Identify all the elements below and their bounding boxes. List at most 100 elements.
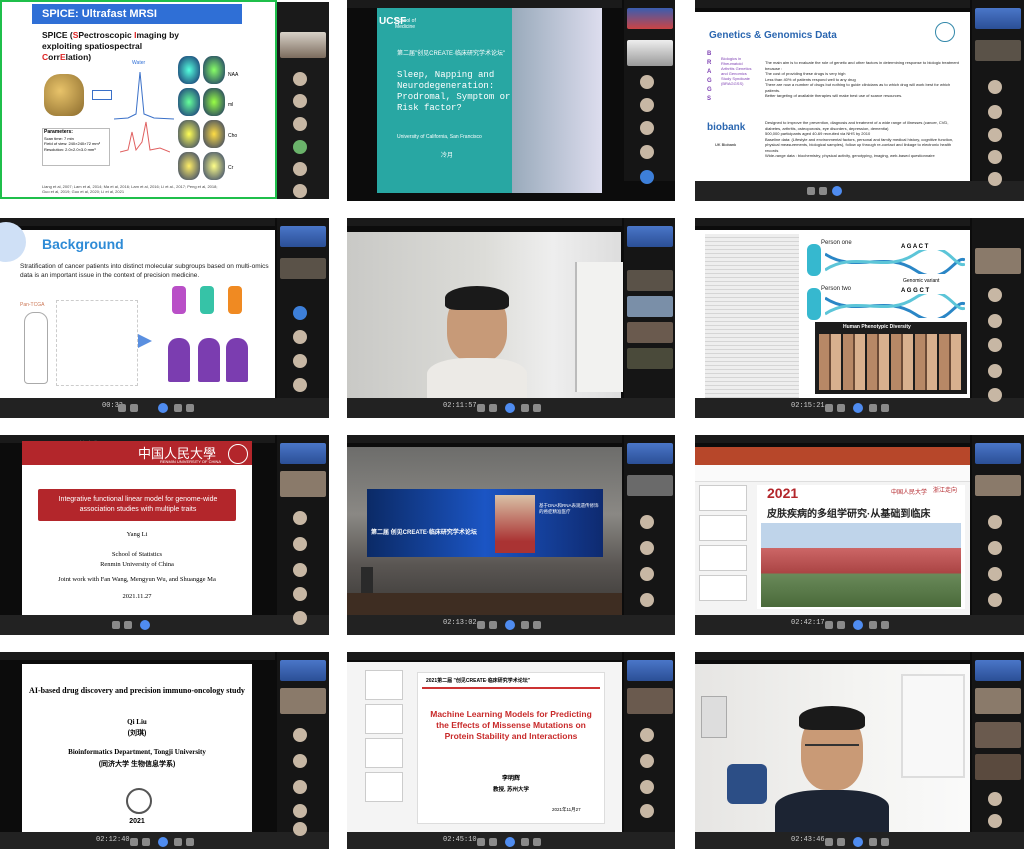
speaker-body xyxy=(427,358,527,398)
bragg-text: Biologics in Rheumatoid Arthritis Geneti… xyxy=(721,56,752,86)
wall-art xyxy=(701,696,727,738)
playback-controls[interactable] xyxy=(0,615,329,635)
timestamp: 02:13:02 xyxy=(443,619,477,627)
playback-controls[interactable]: 00:33 xyxy=(0,398,329,418)
slide-title: Genetics & Genomics Data xyxy=(709,30,837,41)
department: School of Statistics xyxy=(111,551,163,558)
book-image xyxy=(705,234,799,398)
label-cho: Cho xyxy=(228,133,238,139)
video-tile-7[interactable]: IntroductionMethodologySimulationTCG dat… xyxy=(0,435,329,635)
playback-controls[interactable]: 02:11:57 xyxy=(347,398,675,418)
slide-title: 皮肤疾病的多组学研究·从基础到临床 xyxy=(767,509,931,520)
person-one-label: Person one xyxy=(821,240,852,246)
video-tile-12[interactable]: 02:43:46 xyxy=(695,652,1024,849)
playback-controls[interactable]: 02:45:10 xyxy=(347,832,675,849)
bullets-1: The main aim is to evaluate the role of … xyxy=(765,60,959,98)
head-coil-image xyxy=(44,74,84,116)
speaker-video xyxy=(695,664,970,832)
refs: Liang et al, 2007; Lam et al, 2014; Ma e… xyxy=(42,184,218,194)
playback-controls[interactable]: 02:43:46 xyxy=(695,832,1024,849)
university-crest xyxy=(935,22,955,42)
participant-strip xyxy=(972,652,1024,832)
bullets-2: Designed to improve the prevention, diag… xyxy=(765,120,954,158)
participant-strip xyxy=(277,652,329,836)
bottle-3 xyxy=(228,286,242,314)
video-tile-9[interactable]: 2021 中国人民大学 浙江走向 皮肤疾病的多组学研究·从基础到临床 02:42… xyxy=(695,435,1024,635)
conference-hall: 第二届 创见CREATE·临床研究学术论坛 基于DNA和RNA表观遗传修饰的癌症… xyxy=(347,447,622,615)
playback-controls[interactable] xyxy=(695,181,1024,201)
stage-screen xyxy=(367,489,603,557)
affiliation: 教授, 苏州大学 xyxy=(492,787,530,793)
bragg-logo: BRAGGS xyxy=(707,51,712,102)
diversity-title: Human Phenotypic Diversity xyxy=(843,324,911,330)
video-tile-11[interactable]: 2021第二届 "创见CREATE·临床研究学术论坛" Machine Lear… xyxy=(347,652,675,849)
shelf xyxy=(575,262,623,392)
figure-2 xyxy=(198,338,220,382)
arrow-icon xyxy=(138,334,152,348)
ppt-thumbs xyxy=(365,670,403,830)
video-tile-5[interactable]: 02:11:57 xyxy=(347,218,675,418)
dna-helix-2 xyxy=(825,294,965,318)
slide-subtitle: SPICE (SPectroscopic Imaging by exploiti… xyxy=(42,30,180,62)
title-bar xyxy=(695,435,970,443)
blue-chair xyxy=(727,764,767,804)
slide-4: Background Stratification of cancer pati… xyxy=(0,222,275,398)
video-tile-8[interactable]: 第二届 创见CREATE·临床研究学术论坛 基于DNA和RNA表观遗传修饰的癌症… xyxy=(347,435,675,635)
metabolite-maps xyxy=(178,56,228,180)
playback-controls[interactable]: 02:42:17 xyxy=(695,615,1024,635)
speaker-video xyxy=(347,232,623,398)
participant-strip xyxy=(624,0,675,184)
participant-strip xyxy=(277,2,329,199)
video-tile-1[interactable]: SPICE: Ultrafast MRSI SPICE (SPectroscop… xyxy=(0,0,329,201)
speaker-hair xyxy=(799,706,865,730)
timestamp: 02:15:21 xyxy=(791,402,825,410)
speaker-glasses xyxy=(805,744,859,756)
phenotype-panel: Human Phenotypic Diversity xyxy=(815,322,967,394)
slide-7: 中国人民大學 RENMIN UNIVERSITY OF CHINA Integr… xyxy=(22,441,252,617)
forum-title: 第二届 创见CREATE·临床研究学术论坛 xyxy=(371,530,477,536)
title-bar xyxy=(695,652,970,660)
ucsf-logo: UCSF xyxy=(379,16,407,27)
slide-10: AI-based drug discovery and precision im… xyxy=(22,664,252,832)
ppt-slide: 2021第二届 "创见CREATE·临床研究学术论坛" Machine Lear… xyxy=(417,672,605,824)
arrow-icon xyxy=(92,90,112,100)
ukb-label: UK Biobank xyxy=(715,142,737,147)
slide-title: Background xyxy=(42,236,124,252)
video-tile-3[interactable]: Genetics & Genomics Data BRAGGS Biologic… xyxy=(695,0,1024,201)
params-box: Parameters: Scan time: 7 min Field of vi… xyxy=(42,128,110,166)
year: 2021 xyxy=(129,818,145,825)
university: Renmin University of China xyxy=(100,561,174,568)
figure-3 xyxy=(226,338,248,382)
playback-controls[interactable]: 02:15:21 xyxy=(695,398,1024,418)
video-tile-6[interactable]: Person one Person two A G A C T A G G C … xyxy=(695,218,1024,418)
metabolite-spectrum xyxy=(120,121,170,153)
date: 2021年11月27 xyxy=(552,807,581,812)
campus-photo xyxy=(761,523,961,607)
speaker-name-cn: (刘琪) xyxy=(127,730,147,737)
participant-strip xyxy=(277,435,329,625)
tongji-seal xyxy=(126,788,152,814)
video-tile-4[interactable]: Background Stratification of cancer pati… xyxy=(0,218,329,418)
date: 2021.11.27 xyxy=(122,593,152,600)
video-tile-10[interactable]: AI-based drug discovery and precision im… xyxy=(0,652,329,849)
department: Bioinformatics Department, Tongji Univer… xyxy=(68,748,206,756)
talk-title: AI-based drug discovery and precision im… xyxy=(29,686,245,695)
timestamp: 02:12:40 xyxy=(96,836,130,844)
speaker-name: Qi Liu xyxy=(127,718,147,726)
ppt-slide: 2021 中国人民大学 浙江走向 皮肤疾病的多组学研究·从基础到临床 xyxy=(757,485,965,609)
omics-icons xyxy=(56,300,138,386)
bottle-2 xyxy=(200,286,214,314)
playback-controls[interactable]: 02:13:02 xyxy=(347,615,675,635)
body-figure xyxy=(24,312,48,384)
slide-body: Stratification of cancer patients into d… xyxy=(20,263,269,279)
person-two-icon xyxy=(807,288,821,320)
participant-strip xyxy=(972,435,1024,615)
slide-6: Person one Person two A G A C T A G G C … xyxy=(695,230,970,398)
video-tile-2[interactable]: School of Medicine UCSF 第二届"创见CREATE·临床研… xyxy=(347,0,675,201)
slide-title-text: SPICE: Ultrafast MRSI xyxy=(42,8,157,20)
ppt-window: 2021 中国人民大学 浙江走向 皮肤疾病的多组学研究·从基础到临床 xyxy=(695,447,970,615)
title-bar xyxy=(695,0,970,8)
figure-1 xyxy=(168,338,190,382)
talk-title: Machine Learning Models for Predicting t… xyxy=(430,709,592,741)
playback-controls[interactable]: 02:12:40 xyxy=(0,832,329,849)
